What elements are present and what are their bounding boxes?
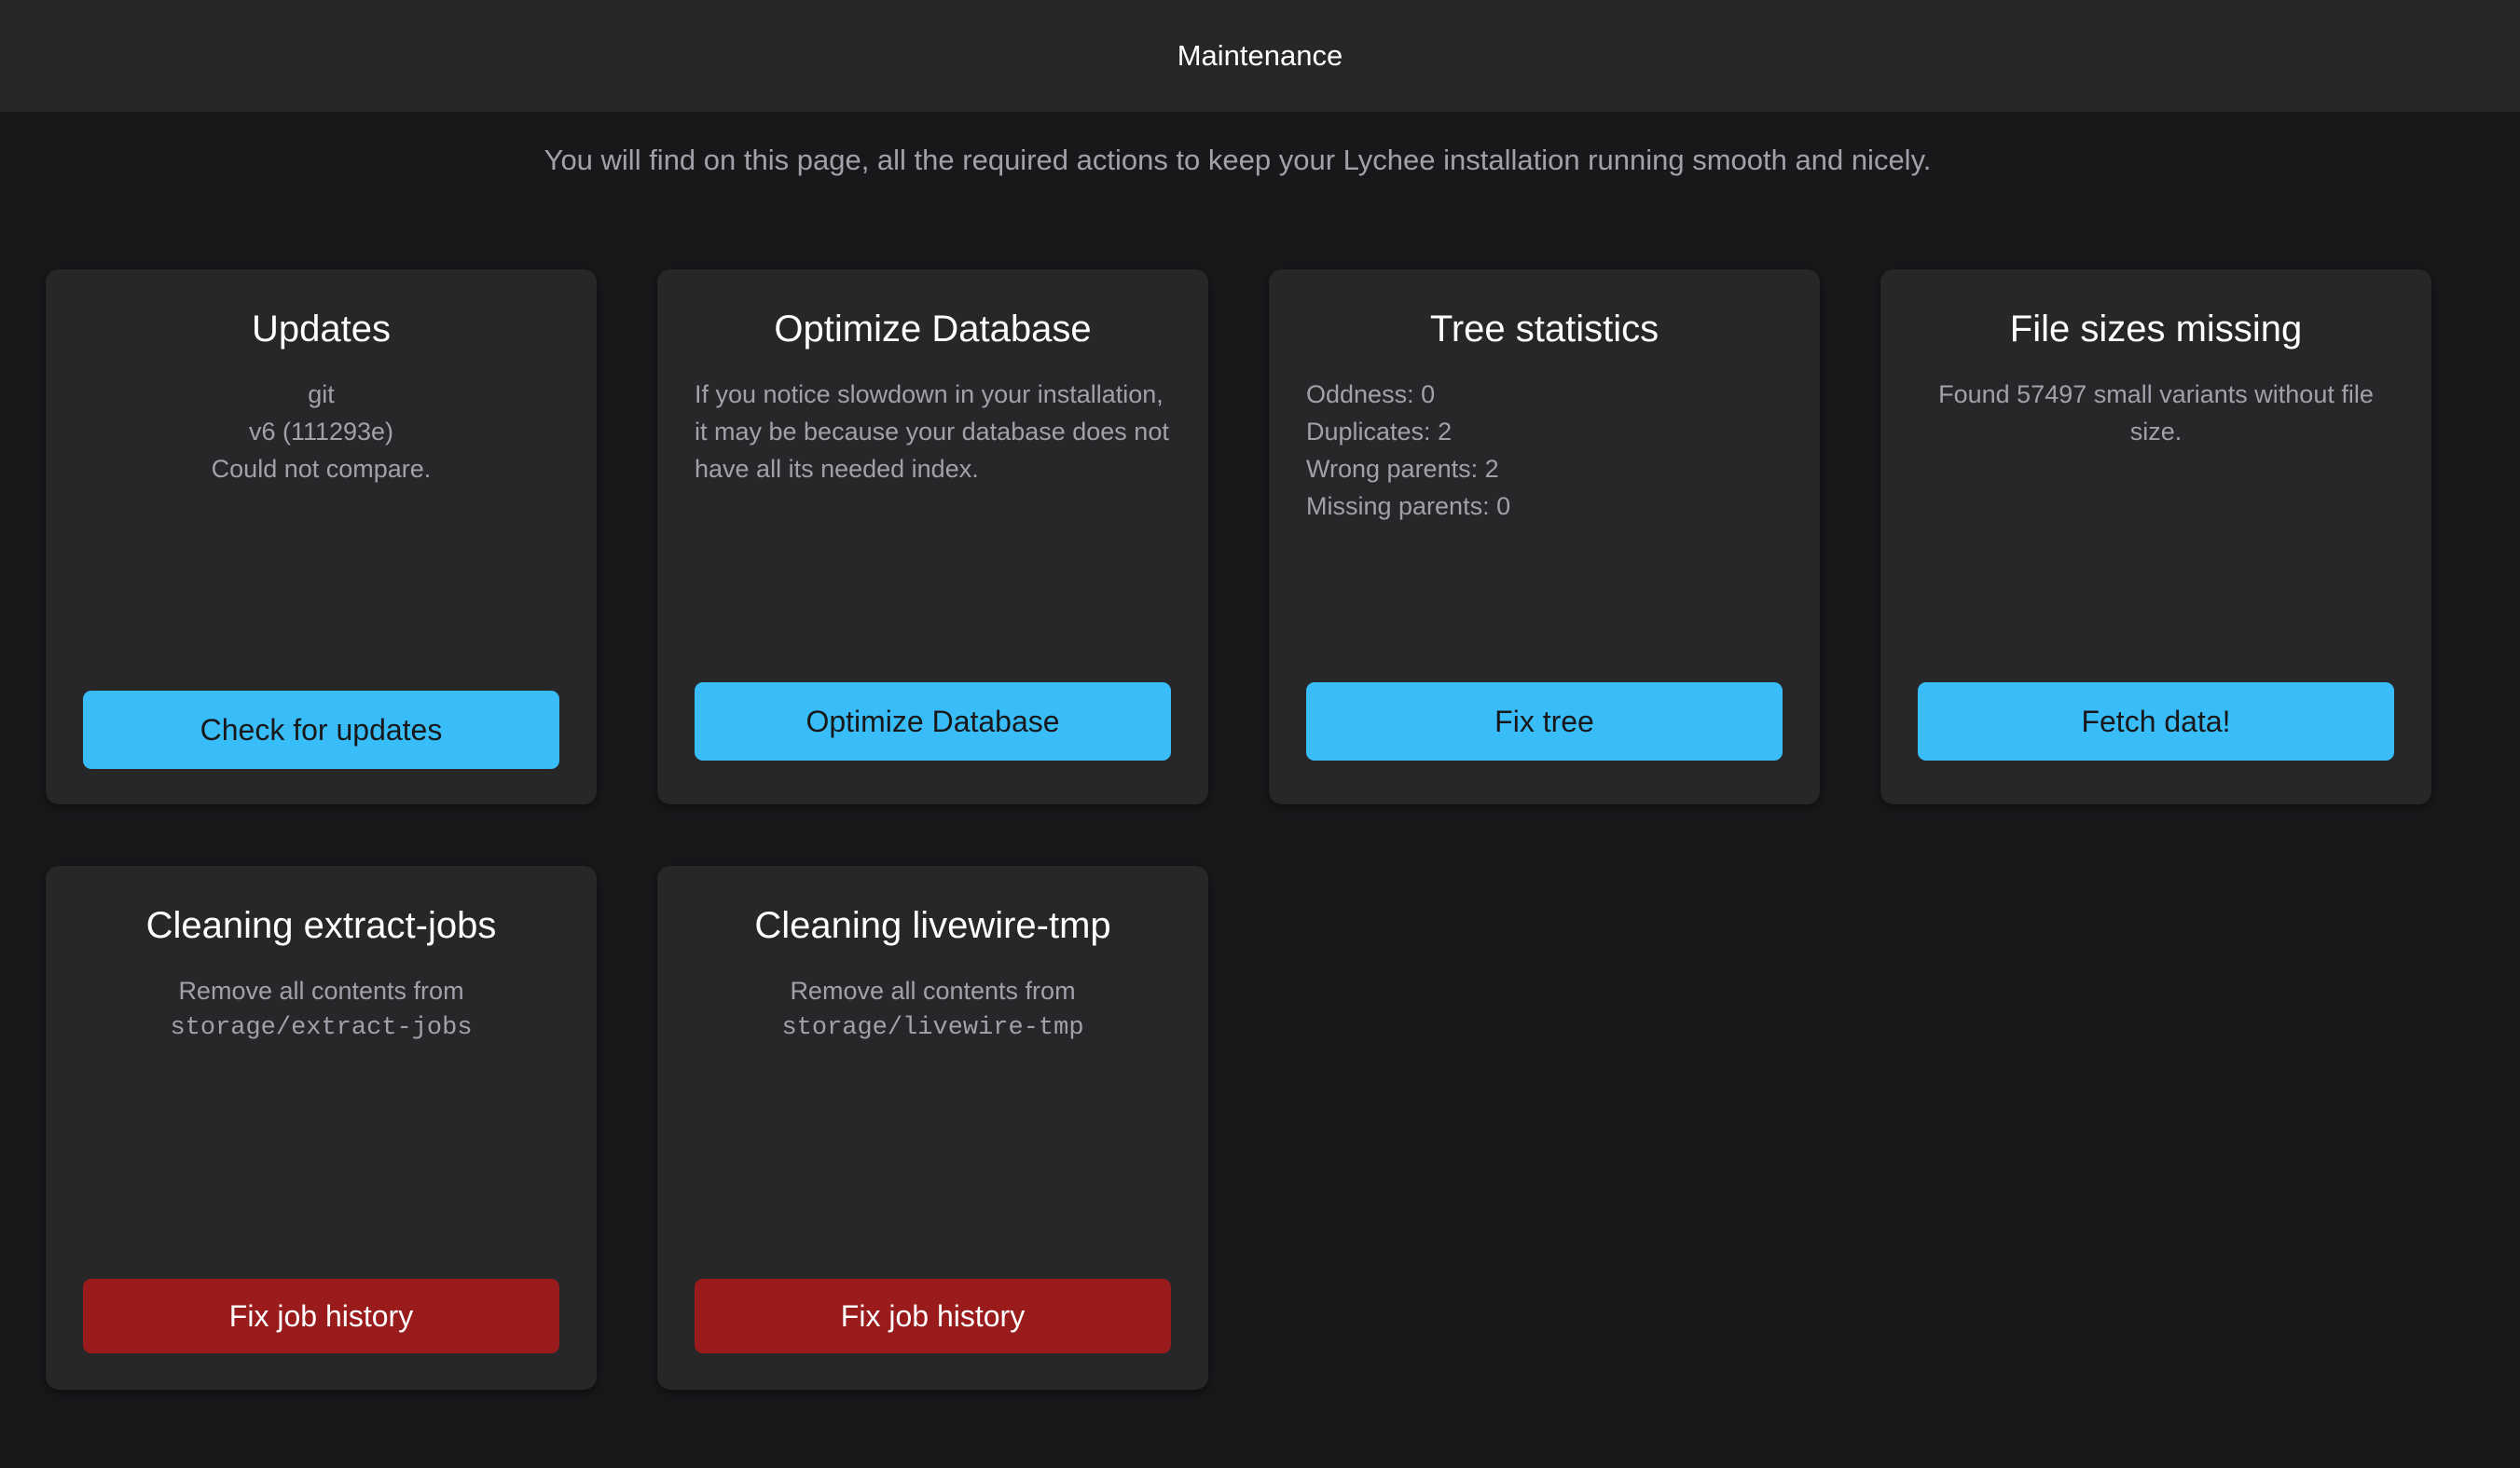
- fix-job-history-button[interactable]: Fix job history: [695, 1279, 1171, 1353]
- page-description: You will find on this page, all the requ…: [544, 144, 1932, 176]
- card-title: Cleaning extract-jobs: [145, 905, 497, 946]
- page-title: Maintenance: [1177, 39, 1343, 72]
- card-body: Remove all contents from storage/extract…: [83, 972, 559, 1047]
- version-channel: git: [308, 380, 335, 408]
- top-bar: Maintenance: [0, 0, 2520, 112]
- card-cleaning-extract-jobs: Cleaning extract-jobs Remove all content…: [46, 866, 597, 1390]
- cleanup-description: Remove all contents from: [790, 977, 1076, 1005]
- cleanup-description: Remove all contents from: [178, 977, 464, 1005]
- card-title: Tree statistics: [1429, 309, 1659, 350]
- stat-oddness: Oddness: 0: [1306, 380, 1436, 408]
- card-title: Cleaning livewire-tmp: [754, 905, 1111, 946]
- card-body: Found 57497 small variants without file …: [1938, 380, 2374, 446]
- card-tree-statistics: Tree statistics Oddness: 0 Duplicates: 2…: [1269, 269, 1820, 804]
- card-body: git v6 (111293e) Could not compare.: [83, 376, 559, 487]
- stat-wrong-parents: Wrong parents: 2: [1306, 455, 1499, 483]
- card-body: Oddness: 0 Duplicates: 2 Wrong parents: …: [1306, 376, 1783, 525]
- version-status: Could not compare.: [211, 455, 432, 483]
- optimize-database-button[interactable]: Optimize Database: [695, 682, 1171, 761]
- card-body: If you notice slowdown in your installat…: [695, 380, 1169, 483]
- card-body: Remove all contents from storage/livewir…: [695, 972, 1171, 1047]
- fetch-data-button[interactable]: Fetch data!: [1918, 682, 2394, 761]
- card-title: File sizes missing: [2009, 309, 2303, 350]
- card-updates: Updates git v6 (111293e) Could not compa…: [46, 269, 597, 804]
- card-title: Optimize Database: [774, 309, 1092, 350]
- fix-tree-button[interactable]: Fix tree: [1306, 682, 1783, 761]
- stat-missing-parents: Missing parents: 0: [1306, 492, 1511, 520]
- card-file-sizes-missing: File sizes missing Found 57497 small var…: [1880, 269, 2431, 804]
- stat-duplicates: Duplicates: 2: [1306, 418, 1453, 446]
- card-title: Updates: [252, 309, 391, 350]
- version-number: v6 (111293e): [248, 418, 394, 446]
- fix-job-history-button[interactable]: Fix job history: [83, 1279, 559, 1353]
- cleanup-path: storage/extract-jobs: [170, 1014, 473, 1042]
- card-cleaning-livewire-tmp: Cleaning livewire-tmp Remove all content…: [657, 866, 1208, 1390]
- cleanup-path: storage/livewire-tmp: [781, 1014, 1084, 1042]
- check-for-updates-button[interactable]: Check for updates: [83, 691, 559, 769]
- card-optimize-database: Optimize Database If you notice slowdown…: [657, 269, 1208, 804]
